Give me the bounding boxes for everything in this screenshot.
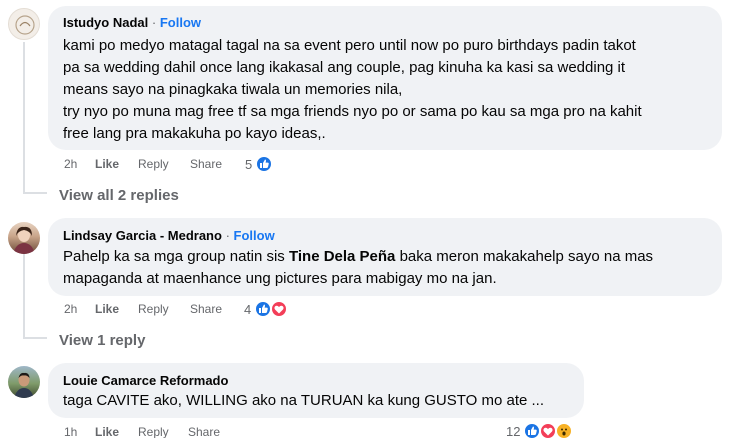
person-photo-icon	[13, 226, 35, 254]
like-button[interactable]: Like	[95, 157, 119, 171]
love-icon[interactable]	[270, 300, 288, 318]
avatar[interactable]	[8, 222, 40, 254]
timestamp[interactable]: 1h	[64, 425, 77, 438]
share-button[interactable]: Share	[190, 157, 222, 171]
view-replies-link[interactable]: View all 2 replies	[59, 187, 179, 204]
avatar[interactable]	[8, 8, 40, 40]
comment-text-line: means sayo na pinagkaka tiwala un memori…	[63, 81, 403, 98]
reaction-count[interactable]: 5	[245, 157, 252, 172]
person-photo-icon	[14, 372, 34, 398]
like-button[interactable]: Like	[95, 425, 119, 438]
separator-dot: ·	[151, 15, 157, 30]
comment-bubble	[48, 363, 584, 418]
timestamp[interactable]: 2h	[64, 302, 77, 316]
comment-text-line: pa sa wedding dahil once lang ikakasal a…	[63, 59, 626, 76]
author-name[interactable]: Istudyo Nadal	[63, 15, 148, 30]
studio-logo-icon	[15, 15, 35, 35]
comment-text-line: mapaganda at maenhance ung pictures para…	[63, 270, 497, 287]
follow-button[interactable]: Follow	[160, 15, 201, 30]
timestamp[interactable]: 2h	[64, 157, 77, 171]
comment-text-line: free lang pra makakuha po kayo ideas,.	[63, 125, 326, 142]
comment-text-line: Pahelp ka sa mga group natin sis Tine De…	[63, 248, 653, 265]
reaction-count[interactable]: 12	[506, 424, 520, 438]
comment-text-line: kami po medyo matagal tagal na sa event …	[63, 37, 636, 54]
follow-button[interactable]: Follow	[234, 228, 275, 243]
comment-text-line: try nyo po muna mag free tf sa mga frien…	[63, 103, 642, 120]
view-replies-link[interactable]: View 1 reply	[59, 332, 145, 349]
comment-author-row: Istudyo Nadal · Follow	[63, 15, 201, 30]
reply-button[interactable]: Reply	[138, 425, 169, 438]
thread-line-curve	[23, 337, 47, 339]
reply-button[interactable]: Reply	[138, 302, 169, 316]
comment-text: baka meron makakahelp sayo na mas	[395, 248, 654, 265]
comment-text: Pahelp ka sa mga group natin sis	[63, 248, 289, 265]
comment-text-line: taga CAVITE ako, WILLING ako na TURUAN k…	[63, 392, 545, 409]
reaction-count[interactable]: 4	[244, 302, 251, 317]
wow-icon[interactable]	[555, 422, 573, 438]
share-button[interactable]: Share	[188, 425, 220, 438]
author-name[interactable]: Lindsay Garcia - Medrano	[63, 228, 222, 243]
avatar[interactable]	[8, 366, 40, 398]
like-button[interactable]: Like	[95, 302, 119, 316]
tagged-user-link[interactable]: Tine Dela Peña	[289, 248, 395, 265]
reply-button[interactable]: Reply	[138, 157, 169, 171]
share-button[interactable]: Share	[190, 302, 222, 316]
thread-line	[23, 42, 25, 194]
author-name[interactable]: Louie Camarce Reformado	[63, 373, 228, 388]
thread-line	[23, 254, 25, 338]
separator-dot: ·	[225, 228, 230, 243]
like-icon[interactable]	[255, 155, 273, 173]
thread-line-curve	[23, 192, 47, 194]
comment-author-row: Lindsay Garcia - Medrano · Follow	[63, 228, 275, 243]
